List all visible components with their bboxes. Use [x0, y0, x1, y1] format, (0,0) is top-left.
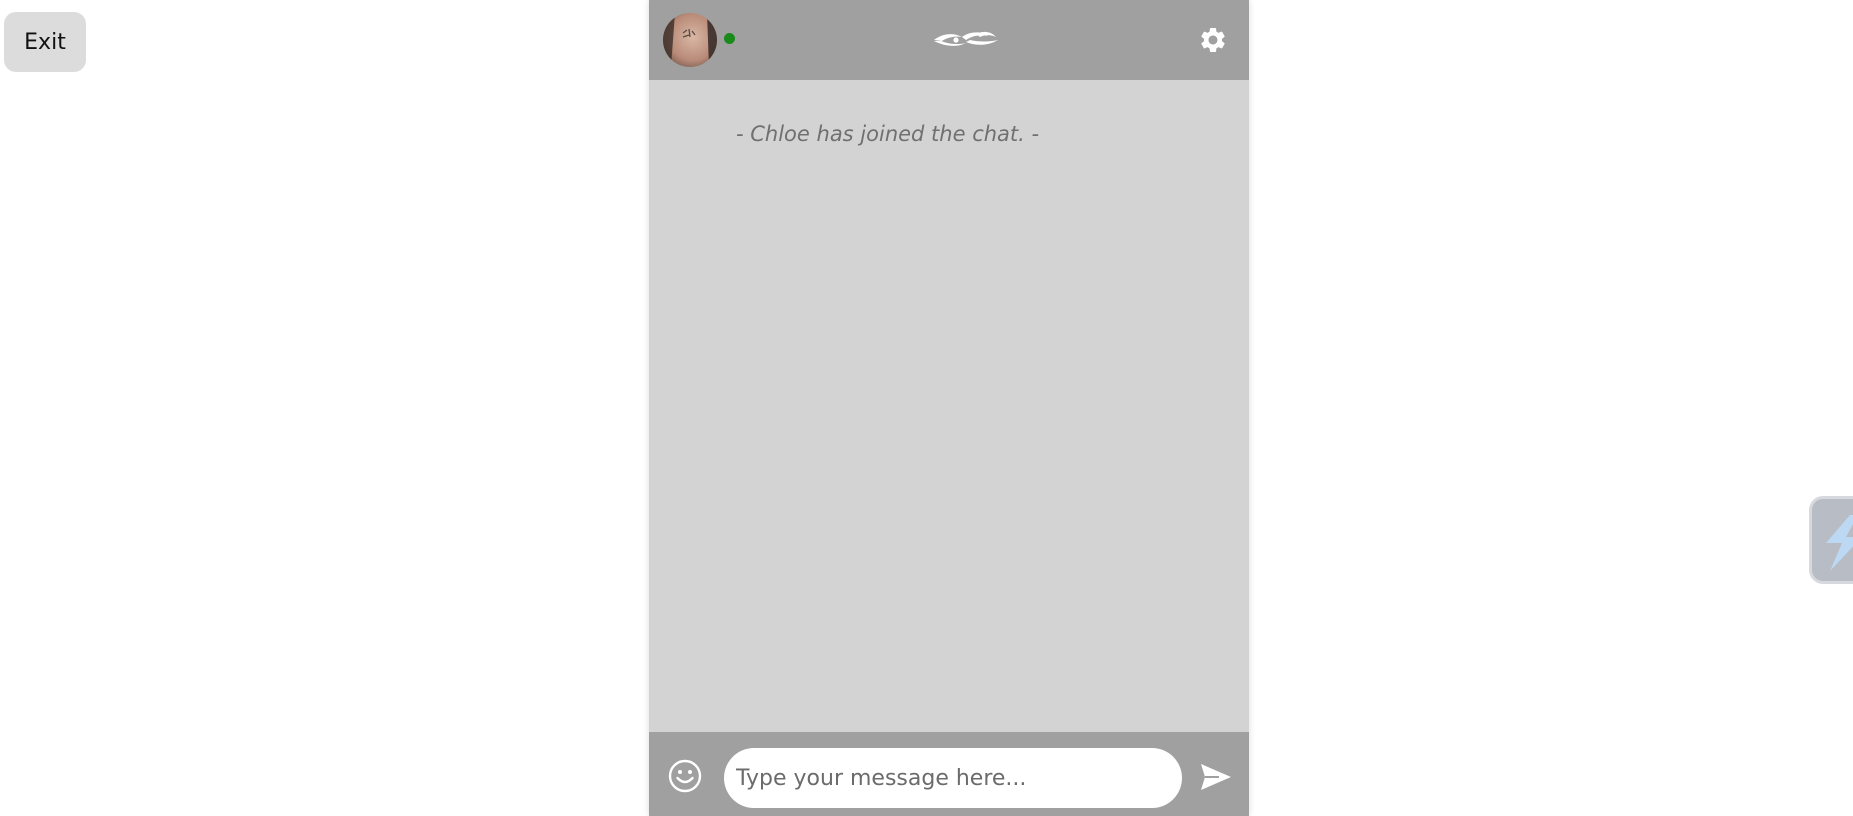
online-status-indicator [724, 33, 735, 44]
side-widget-button[interactable] [1809, 496, 1853, 584]
gear-icon[interactable] [1198, 25, 1228, 55]
chat-window: - Chloe has joined the chat. - [649, 0, 1249, 816]
smiley-icon[interactable] [667, 758, 703, 794]
message-input[interactable] [724, 748, 1182, 808]
lightning-icon [1826, 515, 1853, 571]
send-icon[interactable] [1199, 762, 1233, 792]
user-avatar[interactable] [663, 13, 717, 67]
system-message: - Chloe has joined the chat. - [736, 122, 1040, 146]
message-list: - Chloe has joined the chat. - [649, 80, 1249, 732]
message-composer [649, 732, 1249, 816]
brand-logo-icon [932, 28, 1000, 52]
chat-header [649, 0, 1249, 80]
exit-button[interactable]: Exit [4, 12, 86, 72]
